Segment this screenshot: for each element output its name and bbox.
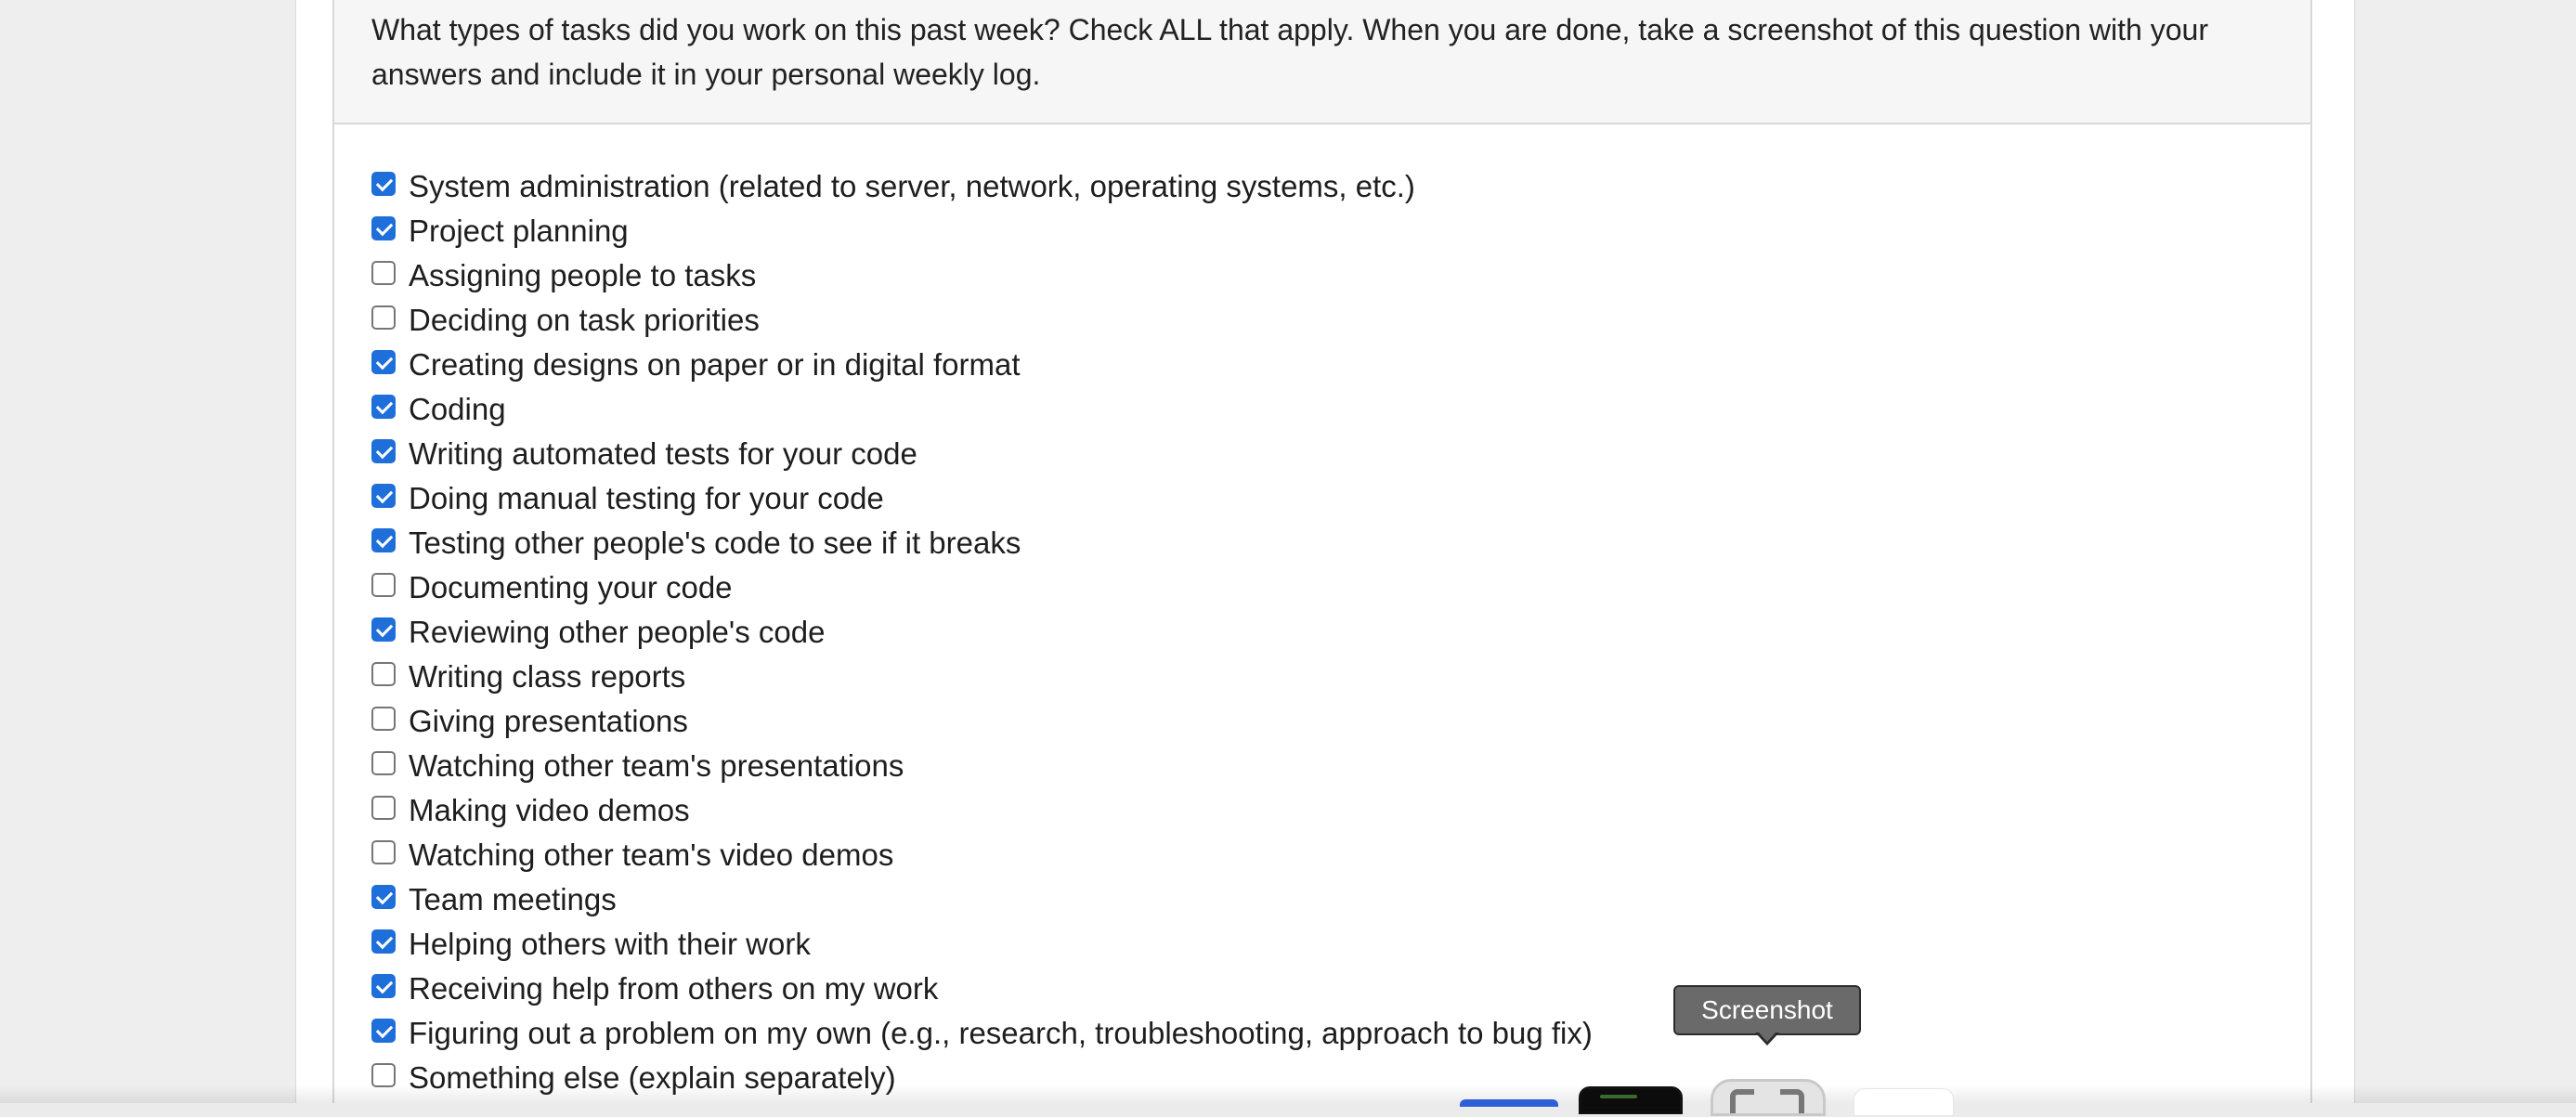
option-checkbox-checked[interactable]: [371, 484, 396, 508]
option-label: Testing other people's code to see if it…: [409, 526, 1021, 560]
option-label: Team meetings: [409, 882, 617, 916]
option-checkbox-unchecked[interactable]: [371, 707, 396, 731]
option-checkbox-checked[interactable]: [371, 974, 396, 998]
option-item-2[interactable]: Project planning: [371, 209, 2266, 253]
option-item-7[interactable]: Writing automated tests for your code: [371, 432, 2266, 476]
option-label: System administration (related to server…: [409, 169, 1415, 203]
option-item-1[interactable]: System administration (related to server…: [371, 164, 2266, 209]
option-item-18[interactable]: Helping others with their work: [371, 922, 2266, 967]
screenshot-tooltip: Screenshot: [1673, 985, 1861, 1035]
options-list: System administration (related to server…: [371, 164, 2266, 1100]
option-item-16[interactable]: Watching other team's video demos: [371, 833, 2266, 877]
option-item-20[interactable]: Figuring out a problem on my own (e.g., …: [371, 1011, 2266, 1056]
option-label: Watching other team's presentations: [409, 748, 904, 783]
option-checkbox-unchecked[interactable]: [371, 573, 396, 597]
option-label: Receiving help from others on my work: [409, 971, 939, 1006]
option-item-12[interactable]: Writing class reports: [371, 655, 2266, 699]
option-checkbox-checked[interactable]: [371, 395, 396, 419]
option-item-15[interactable]: Making video demos: [371, 788, 2266, 833]
option-label: Doing manual testing for your code: [409, 481, 884, 515]
option-item-6[interactable]: Coding: [371, 387, 2266, 432]
option-item-8[interactable]: Doing manual testing for your code: [371, 476, 2266, 521]
option-label: Watching other team's video demos: [409, 838, 894, 872]
option-item-19[interactable]: Receiving help from others on my work: [371, 967, 2266, 1011]
option-label: Figuring out a problem on my own (e.g., …: [409, 1016, 1593, 1050]
option-item-14[interactable]: Watching other team's presentations: [371, 744, 2266, 788]
option-checkbox-unchecked[interactable]: [371, 840, 396, 864]
option-checkbox-checked[interactable]: [371, 617, 396, 642]
option-label: Reviewing other people's code: [409, 615, 826, 649]
dock-app-blue[interactable]: [1460, 1099, 1558, 1107]
question-header: What types of tasks did you work on this…: [334, 0, 2310, 124]
option-label: Giving presentations: [409, 704, 688, 738]
question-text: What types of tasks did you work on this…: [371, 13, 2208, 91]
option-label: Writing automated tests for your code: [409, 436, 917, 471]
option-label: Project planning: [409, 214, 629, 248]
option-label: Creating designs on paper or in digital …: [409, 347, 1021, 382]
option-checkbox-checked[interactable]: [371, 885, 396, 909]
screenshot-icon: [1730, 1089, 1804, 1117]
tooltip-arrow-inner: [1758, 1032, 1776, 1042]
option-checkbox-unchecked[interactable]: [371, 662, 396, 686]
option-checkbox-checked[interactable]: [371, 216, 396, 240]
option-item-5[interactable]: Creating designs on paper or in digital …: [371, 343, 2266, 387]
option-label: Writing class reports: [409, 659, 686, 694]
option-label: Helping others with their work: [409, 927, 811, 961]
question-card: What types of tasks did you work on this…: [332, 0, 2312, 1103]
option-label: Documenting your code: [409, 570, 733, 604]
option-checkbox-unchecked[interactable]: [371, 305, 396, 330]
option-checkbox-checked[interactable]: [371, 350, 396, 374]
option-item-4[interactable]: Deciding on task priorities: [371, 298, 2266, 343]
option-checkbox-checked[interactable]: [371, 528, 396, 552]
terminal-icon: [1600, 1095, 1637, 1098]
option-checkbox-checked[interactable]: [371, 1019, 396, 1043]
option-item-10[interactable]: Documenting your code: [371, 565, 2266, 610]
option-label: Coding: [409, 392, 506, 426]
dock-app-terminal[interactable]: [1579, 1086, 1683, 1114]
dock-shadow: [0, 1085, 2576, 1103]
option-item-9[interactable]: Testing other people's code to see if it…: [371, 521, 2266, 565]
option-checkbox-unchecked[interactable]: [371, 751, 396, 775]
option-label: Assigning people to tasks: [409, 258, 757, 292]
option-label: Deciding on task priorities: [409, 303, 760, 337]
option-checkbox-checked[interactable]: [371, 172, 396, 196]
option-checkbox-unchecked[interactable]: [371, 796, 396, 820]
option-item-13[interactable]: Giving presentations: [371, 699, 2266, 744]
option-checkbox-unchecked[interactable]: [371, 261, 396, 285]
option-checkbox-checked[interactable]: [371, 929, 396, 954]
option-checkbox-checked[interactable]: [371, 439, 396, 463]
dock-app-white[interactable]: [1854, 1088, 1954, 1116]
option-item-11[interactable]: Reviewing other people's code: [371, 610, 2266, 655]
option-item-17[interactable]: Team meetings: [371, 877, 2266, 922]
dock-app-screenshot[interactable]: [1711, 1079, 1826, 1116]
option-item-3[interactable]: Assigning people to tasks: [371, 253, 2266, 298]
option-label: Making video demos: [409, 793, 690, 827]
